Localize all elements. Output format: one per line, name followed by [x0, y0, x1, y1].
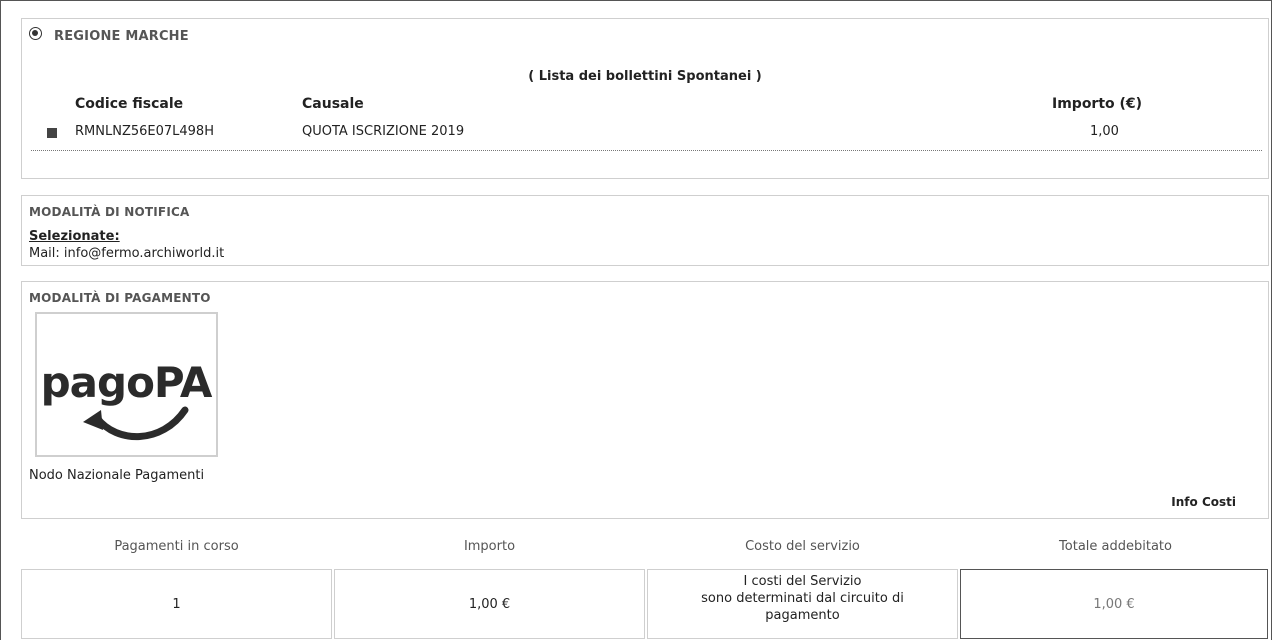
summary-cost-cell: I costi del Servizio sono determinati da… — [647, 569, 958, 639]
row-reason: QUOTA ISCRIZIONE 2019 — [302, 124, 465, 139]
summary-cost-line1: I costi del Servizio — [743, 574, 862, 589]
notification-title: MODALITÀ DI NOTIFICA — [29, 205, 190, 219]
pagopa-logo-text: pagoPA — [41, 358, 213, 407]
summary-count-cell: 1 — [21, 569, 332, 639]
summary-total-cell: 1,00 € — [960, 569, 1268, 639]
header-fiscal-code: Codice fiscale — [75, 96, 184, 112]
payment-panel: MODALITÀ DI PAGAMENTO pagoPA Nodo Nazion… — [21, 281, 1269, 519]
summary-header-cost: Costo del servizio — [745, 539, 860, 554]
row-fiscal-code: RMNLNZ56E07L498H — [75, 124, 214, 139]
pagopa-logo-button[interactable]: pagoPA — [35, 312, 218, 457]
radio-selected-icon[interactable] — [29, 27, 42, 40]
summary-header-total: Totale addebitato — [1059, 539, 1172, 554]
payment-title: MODALITÀ DI PAGAMENTO — [29, 291, 211, 305]
bulletin-list-title: ( Lista dei bollettini Spontanei ) — [528, 69, 762, 84]
summary-header-count: Pagamenti in corso — [114, 539, 239, 554]
summary-count: 1 — [172, 596, 181, 612]
payment-method-label: Nodo Nazionale Pagamenti — [29, 468, 205, 483]
summary-total: 1,00 € — [1093, 596, 1135, 612]
selected-label: Selezionate: — [29, 229, 120, 244]
notification-mail: Mail: info@fermo.archiworld.it — [29, 246, 225, 261]
summary-amount-cell: 1,00 € — [334, 569, 645, 639]
notification-panel: MODALITÀ DI NOTIFICA Selezionate: Mail: … — [21, 195, 1269, 266]
region-name: REGIONE MARCHE — [54, 29, 189, 44]
summary-cost-line3: pagamento — [765, 608, 840, 623]
pagopa-logo: pagoPA — [41, 358, 214, 441]
summary-cost-line2: sono determinati dal circuito di — [701, 591, 904, 606]
header-reason: Causale — [302, 96, 364, 112]
summary-amount: 1,00 € — [468, 596, 511, 612]
header-amount: Importo (€) — [1052, 96, 1143, 112]
row-divider — [31, 150, 1262, 151]
bullet-square-icon — [47, 128, 57, 138]
row-amount: 1,00 — [1090, 124, 1119, 139]
info-costs-link[interactable]: Info Costi — [1171, 495, 1236, 509]
bulletin-panel: REGIONE MARCHE ( Lista dei bollettini Sp… — [21, 18, 1269, 179]
summary-header-amount: Importo — [463, 539, 516, 554]
